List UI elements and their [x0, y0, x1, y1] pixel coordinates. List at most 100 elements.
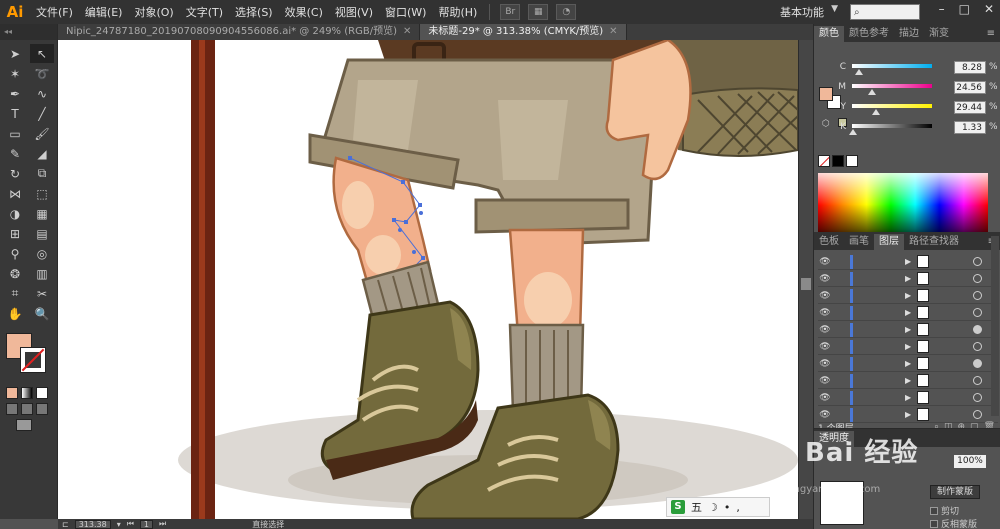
eye-icon[interactable]: 👁: [818, 308, 832, 318]
yellow-slider[interactable]: [852, 104, 932, 115]
maximize-button[interactable]: □: [959, 2, 970, 16]
arrange-documents-icon[interactable]: ▦: [528, 4, 549, 20]
last-artboard-icon[interactable]: ⏭: [159, 519, 166, 529]
eye-icon[interactable]: 👁: [818, 410, 832, 420]
close-window-button[interactable]: ✕: [984, 2, 994, 16]
draw-normal-icon[interactable]: [6, 403, 18, 415]
magic-wand-tool-icon[interactable]: ✶: [3, 64, 27, 83]
expand-arrow-icon[interactable]: ▶: [905, 291, 911, 300]
expand-arrow-icon[interactable]: ▶: [905, 342, 911, 351]
perspective-grid-tool-icon[interactable]: ▦: [30, 204, 54, 223]
slider-thumb[interactable]: [849, 129, 858, 135]
slice-tool-icon[interactable]: ✂: [30, 284, 54, 303]
tab-brushes[interactable]: 画笔: [844, 234, 874, 250]
screen-mode-icon[interactable]: [16, 419, 32, 431]
black-swatch[interactable]: [832, 155, 844, 167]
tab-untitled-29[interactable]: 未标题-29* @ 313.38% (CMYK/预览) ✕: [420, 24, 627, 40]
pencil-tool-icon[interactable]: ✎: [3, 144, 27, 163]
gradient-mode-button[interactable]: [21, 387, 33, 399]
target-icon[interactable]: [973, 291, 982, 300]
layer-row[interactable]: 👁 ▶: [818, 305, 998, 321]
gpu-performance-icon[interactable]: ◔: [556, 4, 577, 20]
artboard-canvas[interactable]: [58, 40, 798, 519]
minimize-button[interactable]: –: [939, 2, 945, 16]
target-icon[interactable]: [973, 410, 982, 419]
rectangle-tool-icon[interactable]: ▭: [3, 124, 27, 143]
draw-behind-icon[interactable]: [21, 403, 33, 415]
panel-menu-icon[interactable]: ≡: [987, 26, 1000, 42]
expand-arrow-icon[interactable]: ▶: [905, 393, 911, 402]
gradient-tool-icon[interactable]: ▤: [30, 224, 54, 243]
cyan-value-input[interactable]: 8.28: [954, 60, 986, 74]
draw-inside-icon[interactable]: [36, 403, 48, 415]
close-icon[interactable]: ✕: [403, 24, 411, 40]
layer-row[interactable]: 👁 ▶: [818, 390, 998, 406]
chevron-down-icon[interactable]: ▼: [831, 4, 838, 14]
opacity-input[interactable]: 100%: [954, 455, 986, 468]
ime-moon-icon[interactable]: ☽: [708, 501, 718, 514]
tab-swatches[interactable]: 色板: [814, 234, 844, 250]
artboard-nav-icon[interactable]: ⊏: [62, 520, 69, 529]
magenta-slider[interactable]: [852, 84, 932, 95]
target-icon[interactable]: [973, 274, 982, 283]
scale-tool-icon[interactable]: ⧉: [30, 164, 54, 183]
paintbrush-tool-icon[interactable]: 🖌: [30, 124, 54, 143]
none-mode-button[interactable]: [36, 387, 48, 399]
tab-nipic-document[interactable]: Nipic_24787180_20190708090904556086.ai* …: [58, 24, 421, 40]
menu-file[interactable]: 文件(F): [30, 4, 79, 20]
checkbox-box[interactable]: [930, 519, 938, 528]
ime-dot-icon[interactable]: •: [724, 501, 731, 514]
eye-icon[interactable]: 👁: [818, 342, 832, 352]
panel-collapse-handle[interactable]: ◂◂: [0, 24, 57, 40]
layer-row[interactable]: 👁 ▶: [818, 271, 998, 287]
type-tool-icon[interactable]: T: [3, 104, 27, 123]
layer-row[interactable]: 👁 ▶: [818, 288, 998, 304]
clip-checkbox[interactable]: 剪切: [930, 504, 959, 517]
layer-row[interactable]: 👁 ▶: [818, 254, 998, 270]
cyan-slider[interactable]: [852, 64, 932, 75]
target-icon[interactable]: [973, 325, 982, 334]
menu-type[interactable]: 文字(T): [180, 4, 229, 20]
white-swatch[interactable]: [846, 155, 858, 167]
target-icon[interactable]: [973, 342, 982, 351]
menu-object[interactable]: 对象(O): [128, 4, 179, 20]
expand-arrow-icon[interactable]: ▶: [905, 308, 911, 317]
eraser-tool-icon[interactable]: ◢: [30, 144, 54, 163]
close-icon[interactable]: ✕: [609, 24, 617, 40]
menu-window[interactable]: 窗口(W): [379, 4, 432, 20]
chevron-down-icon[interactable]: ▾: [117, 520, 121, 529]
black-value-input[interactable]: 1.33: [954, 120, 986, 134]
free-transform-tool-icon[interactable]: ⬚: [30, 184, 54, 203]
menu-effect[interactable]: 效果(C): [279, 4, 329, 20]
search-input[interactable]: ⌕: [850, 4, 920, 20]
layers-scrollbar[interactable]: [991, 236, 999, 416]
menu-help[interactable]: 帮助(H): [432, 4, 483, 20]
artboard-number-field[interactable]: 1: [139, 519, 154, 529]
eye-icon[interactable]: 👁: [818, 325, 832, 335]
slider-thumb[interactable]: [871, 109, 880, 115]
eye-icon[interactable]: 👁: [818, 274, 832, 284]
menu-select[interactable]: 选择(S): [229, 4, 279, 20]
shape-builder-tool-icon[interactable]: ◑: [3, 204, 27, 223]
eyedropper-tool-icon[interactable]: ⚲: [3, 244, 27, 263]
selection-tool-icon[interactable]: ➤: [3, 44, 27, 63]
menu-view[interactable]: 视图(V): [329, 4, 379, 20]
symbol-sprayer-tool-icon[interactable]: ❂: [3, 264, 27, 283]
first-artboard-icon[interactable]: ⏮: [127, 519, 134, 529]
checkbox-box[interactable]: [930, 506, 938, 515]
expand-arrow-icon[interactable]: ▶: [905, 359, 911, 368]
tab-layers[interactable]: 图层: [874, 234, 904, 250]
expand-arrow-icon[interactable]: ▶: [905, 376, 911, 385]
none-swatch[interactable]: [818, 155, 830, 167]
line-tool-icon[interactable]: ╱: [30, 104, 54, 123]
ime-logo[interactable]: S: [671, 500, 685, 514]
eye-icon[interactable]: 👁: [818, 359, 832, 369]
eye-icon[interactable]: 👁: [818, 376, 832, 386]
scroll-thumb[interactable]: [801, 278, 811, 290]
make-mask-button[interactable]: 制作蒙版: [930, 485, 980, 499]
black-slider[interactable]: [849, 124, 932, 135]
expand-arrow-icon[interactable]: ▶: [905, 325, 911, 334]
layer-row[interactable]: 👁 ▶: [818, 356, 998, 372]
rotate-tool-icon[interactable]: ↻: [3, 164, 27, 183]
slider-thumb[interactable]: [867, 89, 876, 95]
